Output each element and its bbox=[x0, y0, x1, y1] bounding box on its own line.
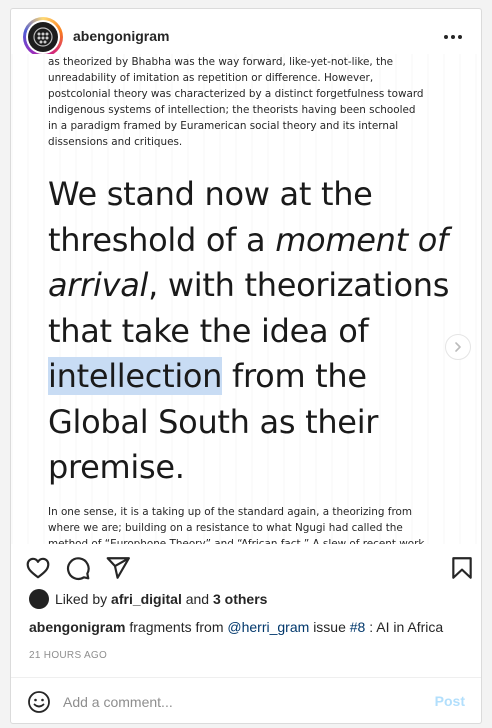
comment-button[interactable] bbox=[65, 555, 91, 581]
post-card: abengonigram as theorized by Bhabha was … bbox=[10, 8, 482, 724]
bookmark-icon bbox=[452, 557, 472, 579]
post-image[interactable]: as theorized by Bhabha was the way forwa… bbox=[11, 54, 481, 544]
body-text-bottom: In one sense, it is a taking up of the s… bbox=[48, 506, 425, 544]
emoji-icon bbox=[28, 691, 50, 713]
send-icon bbox=[106, 557, 130, 579]
caption-text: : AI in Africa bbox=[369, 619, 444, 635]
next-slide-button[interactable] bbox=[445, 334, 471, 360]
post-timestamp[interactable]: 21 HOURS AGO bbox=[29, 650, 107, 661]
likes-joiner: and bbox=[185, 591, 210, 607]
like-button[interactable] bbox=[25, 555, 51, 581]
liker-avatar bbox=[29, 589, 49, 609]
quote-highlight: intellection bbox=[48, 357, 223, 395]
header-username[interactable]: abengonigram bbox=[73, 28, 169, 44]
avatar-image bbox=[28, 22, 58, 52]
pull-quote: We stand now at the threshold of a momen… bbox=[48, 172, 458, 491]
chevron-right-icon bbox=[455, 342, 461, 352]
comment-bar: Post bbox=[11, 677, 481, 723]
likes-summary[interactable]: Liked by afri_digital and 3 others bbox=[29, 589, 267, 609]
comment-input[interactable] bbox=[63, 691, 413, 713]
profile-pattern-icon bbox=[33, 27, 53, 47]
heart-icon bbox=[26, 557, 50, 579]
caption-username[interactable]: abengonigram bbox=[29, 619, 125, 635]
share-button[interactable] bbox=[105, 555, 131, 581]
likes-prefix: Liked by bbox=[55, 591, 108, 607]
body-text-top: as theorized by Bhabha was the way forwa… bbox=[48, 56, 424, 148]
likes-others[interactable]: 3 others bbox=[213, 591, 267, 607]
caption-hashtag[interactable]: #8 bbox=[350, 619, 366, 635]
emoji-button[interactable] bbox=[27, 690, 51, 714]
comment-icon bbox=[67, 557, 90, 580]
post-caption: abengonigram fragments from @herri_gram … bbox=[29, 619, 443, 635]
more-options-button[interactable] bbox=[441, 27, 465, 47]
caption-text: issue bbox=[313, 619, 346, 635]
caption-text: fragments from bbox=[129, 619, 224, 635]
action-bar bbox=[11, 545, 481, 591]
liker-username[interactable]: afri_digital bbox=[111, 591, 182, 607]
more-horizontal-icon bbox=[444, 35, 462, 39]
save-button[interactable] bbox=[449, 555, 475, 581]
post-comment-button[interactable]: Post bbox=[435, 693, 465, 709]
avatar[interactable] bbox=[23, 17, 63, 57]
caption-mention[interactable]: @herri_gram bbox=[227, 619, 309, 635]
